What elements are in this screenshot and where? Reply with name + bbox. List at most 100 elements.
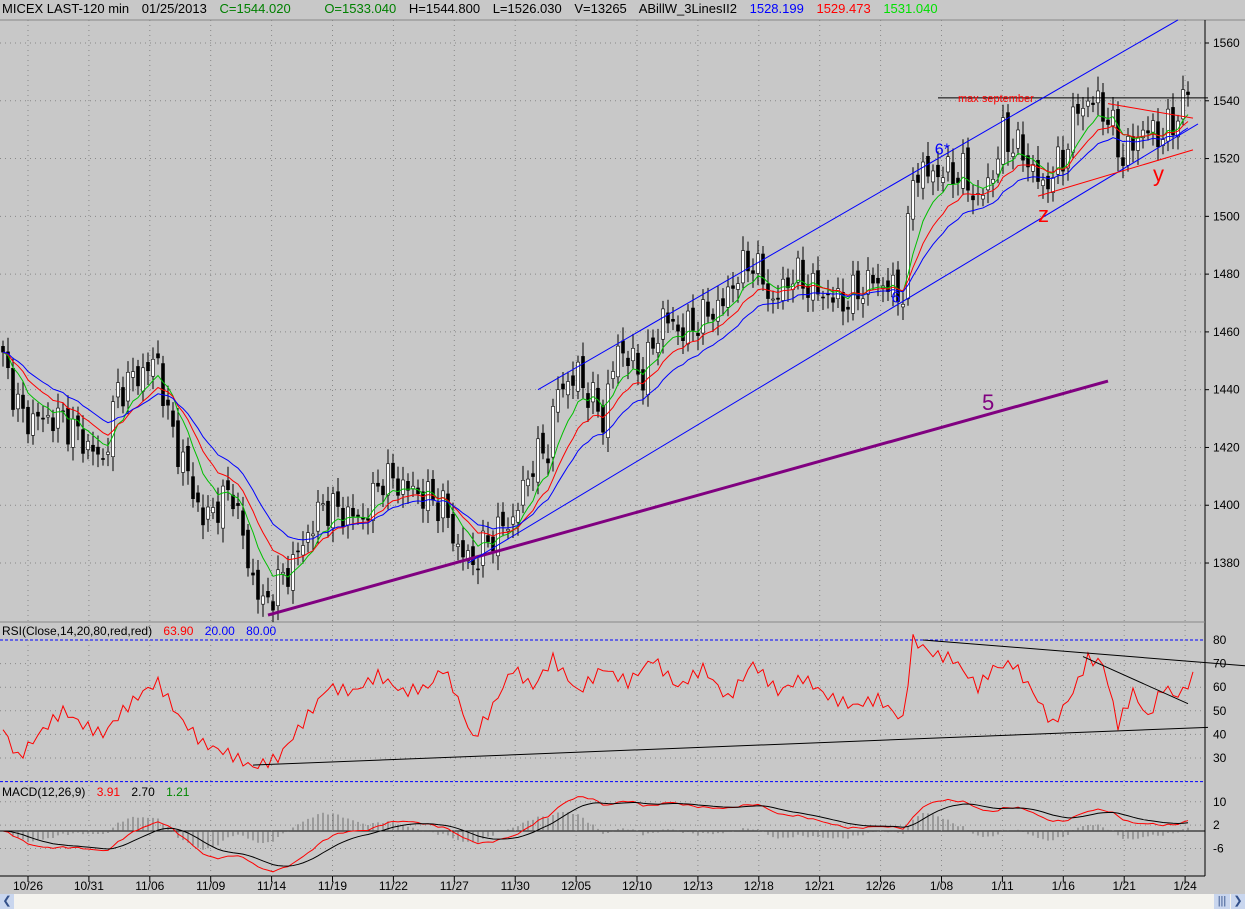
candle [456,533,460,561]
candle-body [701,299,705,334]
candle [866,257,870,306]
date: 01/25/2013 [141,1,207,16]
candle [296,542,300,566]
candle-body [686,310,690,345]
scroll-thumb[interactable]: ||| [1214,894,1230,909]
scroll-right-icon[interactable]: ❯ [1231,894,1245,909]
candle-body [556,389,560,413]
candle-body [1116,109,1120,158]
candle-body [911,180,915,220]
candle [1081,96,1085,131]
candle-body [951,162,955,185]
candle [721,288,725,316]
candle-body [766,283,770,299]
candle-body [96,446,100,455]
candle [1161,127,1165,155]
time-tick-label: 11/14 [257,879,286,893]
candle-body [31,413,35,436]
trendline-6 [467,123,1199,564]
candle [441,483,445,533]
macd-value: 3.91 [96,785,121,799]
candle-body [711,313,715,320]
candle-body [166,399,170,406]
candle [141,353,145,401]
candle-body [271,601,275,611]
time-tick-label: 1/08 [930,879,954,893]
macd-tick-label: -6 [1213,842,1224,856]
candle [306,524,310,553]
price-tick-label: 1500 [1213,209,1240,223]
candle-body [991,179,995,184]
candle [751,258,755,288]
candle-body [566,381,570,396]
candle [651,329,655,355]
macd-hist: 1.21 [166,785,190,799]
scroll-left-icon[interactable]: ❮ [0,894,14,909]
candle [886,268,890,301]
ma-blue-value: 1528.199 [749,1,804,16]
candle-body [1071,106,1075,153]
candle-body [561,383,565,390]
candle [136,359,140,395]
candle-body [206,506,210,520]
price-tick-label: 1400 [1213,498,1240,512]
candle-body [861,298,865,304]
candle [1011,138,1015,170]
candle-body [336,491,340,507]
candle-body [731,285,735,289]
ma-red-value: 1529.473 [816,1,871,16]
candle-body [146,362,150,372]
candle-body [26,406,30,435]
candle-body [201,507,205,526]
candle-body [736,283,740,290]
price-chart[interactable]: 1560 1540 1520 1500 1480 1460 1440 1420 1400 1380… [0,0,1245,894]
candle [131,357,135,392]
candle-body [381,485,385,496]
candle-body [986,177,990,191]
price-tick-label: 1460 [1213,325,1240,339]
candle [1056,136,1060,185]
candle-body [871,274,875,284]
candle [1096,76,1100,117]
candle-body [511,516,515,525]
candle-body [516,510,520,523]
candle-body [536,438,540,483]
candle-body [1,346,5,353]
candle-body [306,532,310,543]
candle-body [261,595,265,605]
candle-body [371,483,375,521]
candle [576,355,580,400]
candle [606,369,610,452]
candle-body [66,407,70,445]
candle [396,466,400,504]
candle-body [41,417,45,420]
candle [806,274,810,313]
candle [986,163,990,204]
time-tick-label: 11/22 [379,879,408,893]
candle-body [601,405,605,433]
candle-body [921,161,925,189]
candle-body [936,164,940,178]
candle [786,268,790,302]
horizontal-scrollbar[interactable]: ❮ ||| ❯ [0,894,1245,909]
candle-body [831,297,835,303]
candle [976,179,980,206]
candle-body [446,493,450,518]
candle [1076,93,1080,126]
candle [801,246,805,300]
time-tick-label: 10/31 [74,879,104,893]
rsi-value: 63.90 [163,624,194,638]
candle-body [786,277,790,289]
candle-body [726,286,730,308]
rsi-tick-label: 30 [1213,751,1227,765]
candle [501,502,505,537]
candle [466,544,470,570]
candle [961,139,965,196]
time-tick-label: 1/24 [1173,879,1197,893]
annotation-label: 6 [891,289,900,306]
time-tick-label: 12/18 [744,879,774,893]
candle [461,526,465,571]
candle-body [886,280,890,292]
time-tick-label: 11/09 [196,879,225,893]
candle [176,407,180,475]
